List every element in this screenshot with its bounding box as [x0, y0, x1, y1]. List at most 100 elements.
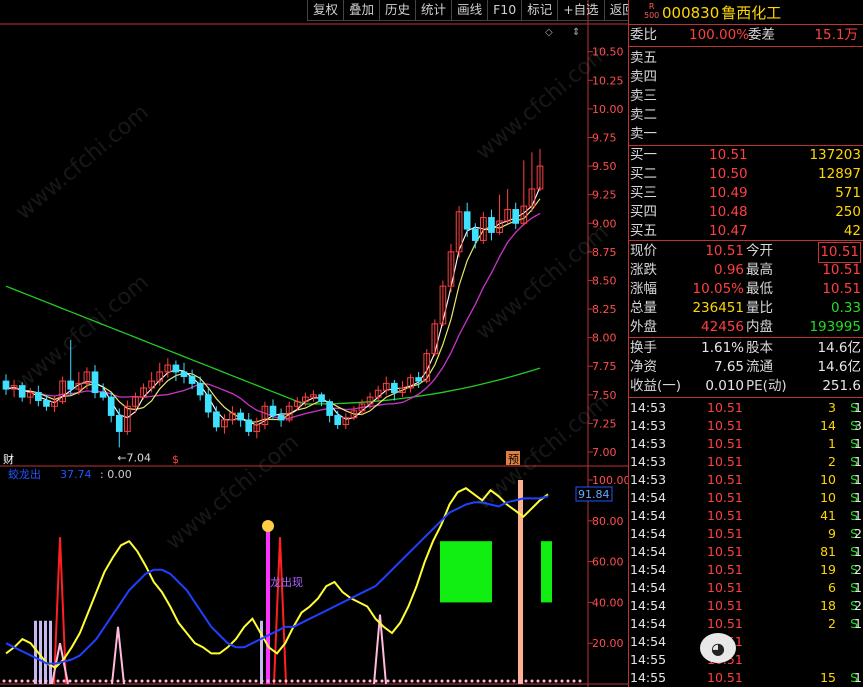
sell-label: 卖五 — [630, 50, 657, 66]
y-tick-label: 9.75 — [592, 131, 617, 144]
candle-body — [245, 419, 253, 432]
candle-body — [115, 414, 123, 432]
sell-row: 卖四 — [629, 68, 863, 87]
baseline-dot — [224, 679, 228, 683]
buy-price: 10.47 — [709, 223, 748, 239]
signal-block — [440, 541, 492, 603]
baseline-dot — [182, 679, 186, 683]
baseline-dot — [518, 679, 522, 683]
fund-label: PE(动) — [746, 378, 787, 394]
toolbar-btn-lishi[interactable]: 历史 — [379, 0, 416, 21]
toolbar-btn-huaxian[interactable]: 画线 — [451, 0, 488, 21]
baseline-dot — [506, 679, 510, 683]
toolbar-btn-diejia[interactable]: 叠加 — [343, 0, 380, 21]
stat-row: 总量 236451 量比 0.33 — [629, 299, 863, 318]
baseline-dot — [32, 679, 36, 683]
baseline-dot — [578, 679, 582, 683]
signal-bar-tall — [518, 480, 523, 684]
ind-extra: : 0.00 — [100, 468, 132, 481]
tick-count: 1 — [854, 454, 862, 469]
fund-row: 收益(一) 0.010 PE(动) 251.6 — [629, 377, 863, 396]
baseline-dot — [302, 679, 306, 683]
baseline-dot — [62, 679, 66, 683]
baseline-dot — [2, 679, 6, 683]
y-tick-label: 10.00 — [592, 103, 624, 116]
spike-pink — [373, 614, 387, 685]
tick-volume: 1 — [828, 436, 836, 451]
candle-body — [2, 380, 10, 390]
baseline-dot — [524, 679, 528, 683]
fund-value: 0.010 — [705, 378, 744, 394]
tick-volume: 18 — [820, 598, 836, 613]
toolbar-btn-zixuan[interactable]: +自选 — [557, 0, 604, 21]
baseline-dot — [284, 679, 288, 683]
tick-count: 3 — [854, 418, 862, 433]
baseline-dot — [176, 679, 180, 683]
ind-title: 蛟龙出 — [8, 467, 41, 481]
baseline-dot — [530, 679, 534, 683]
candle-body — [204, 394, 212, 413]
candle-body — [488, 217, 495, 233]
baseline-dot — [212, 679, 216, 683]
stat-label: 涨跌 — [630, 262, 657, 278]
baseline-dot — [146, 679, 150, 683]
toolbar-btn-tongji[interactable]: 统计 — [415, 0, 452, 21]
candle-body — [180, 371, 188, 378]
y-tick-label: 8.50 — [592, 274, 617, 287]
stat-label: 最低 — [746, 281, 773, 297]
toolbar-btn-fuquan[interactable]: 复权 — [307, 0, 344, 21]
candle-body — [334, 414, 342, 426]
tick-time: 14:54 — [630, 562, 667, 577]
baseline-dot — [86, 679, 90, 683]
y-tick-label: 10.25 — [592, 74, 624, 87]
baseline-dot — [164, 679, 168, 683]
tick-count: 2 — [854, 562, 862, 577]
tick-row: 14:54 10.51 2 S 1 — [629, 615, 863, 633]
tick-volume: 2 — [828, 454, 836, 469]
stat-value: 0.33 — [830, 300, 861, 316]
stat-value: 10.05% — [692, 281, 744, 297]
buy-price: 10.49 — [709, 185, 748, 201]
tick-row: 14:53 10.51 10 S 1 — [629, 471, 863, 489]
chart-toolbar: 复权 叠加 历史 统计 画线 F10 标记 +自选 返回 — [307, 0, 640, 22]
marker-cai: 财 — [3, 452, 14, 466]
candle-body — [277, 414, 285, 421]
y-tick-label: 9.25 — [592, 189, 617, 202]
stat-label: 总量 — [630, 300, 657, 316]
baseline-dot — [290, 679, 294, 683]
tick-count: 1 — [854, 400, 862, 415]
buy-label: 买五 — [630, 223, 657, 239]
baseline-dot — [536, 679, 540, 683]
ind-value: 37.74 — [60, 468, 92, 481]
candle-body — [35, 392, 42, 402]
tick-volume: 81 — [820, 544, 836, 559]
tick-price: 10.51 — [707, 490, 743, 505]
buy-row: 买四 10.48 250 — [629, 203, 863, 222]
tick-time: 14:53 — [630, 436, 667, 451]
tick-row: 14:54 10.51 6 S 1 — [629, 579, 863, 597]
tick-count: 1 — [854, 544, 862, 559]
fund-value: 14.6亿 — [817, 340, 861, 356]
toolbar-btn-f10[interactable]: F10 — [487, 0, 522, 21]
baseline-dot — [368, 679, 372, 683]
fund-label: 收益(一) — [630, 378, 682, 394]
candle-body — [391, 382, 398, 394]
current-value-label: 91.84 — [578, 488, 610, 501]
tick-count: 1 — [854, 490, 862, 505]
baseline-dot — [446, 679, 450, 683]
candle-body — [99, 392, 107, 398]
baseline-dot — [332, 679, 336, 683]
baseline-dot — [74, 679, 78, 683]
baseline-dot — [206, 679, 210, 683]
baseline-dot — [440, 679, 444, 683]
baseline-dot — [356, 679, 360, 683]
stock-title[interactable]: 000830 鲁西化工 — [662, 2, 781, 23]
baseline-dot — [296, 679, 300, 683]
toolbar-btn-biaoji[interactable]: 标记 — [521, 0, 558, 21]
baseline-dot — [320, 679, 324, 683]
tick-time: 14:53 — [630, 454, 667, 469]
signal-block — [541, 541, 552, 603]
baseline-dot — [194, 679, 198, 683]
tick-row: 14:55 10.51 15 S 1 — [629, 669, 863, 687]
baseline-dot — [386, 679, 390, 683]
